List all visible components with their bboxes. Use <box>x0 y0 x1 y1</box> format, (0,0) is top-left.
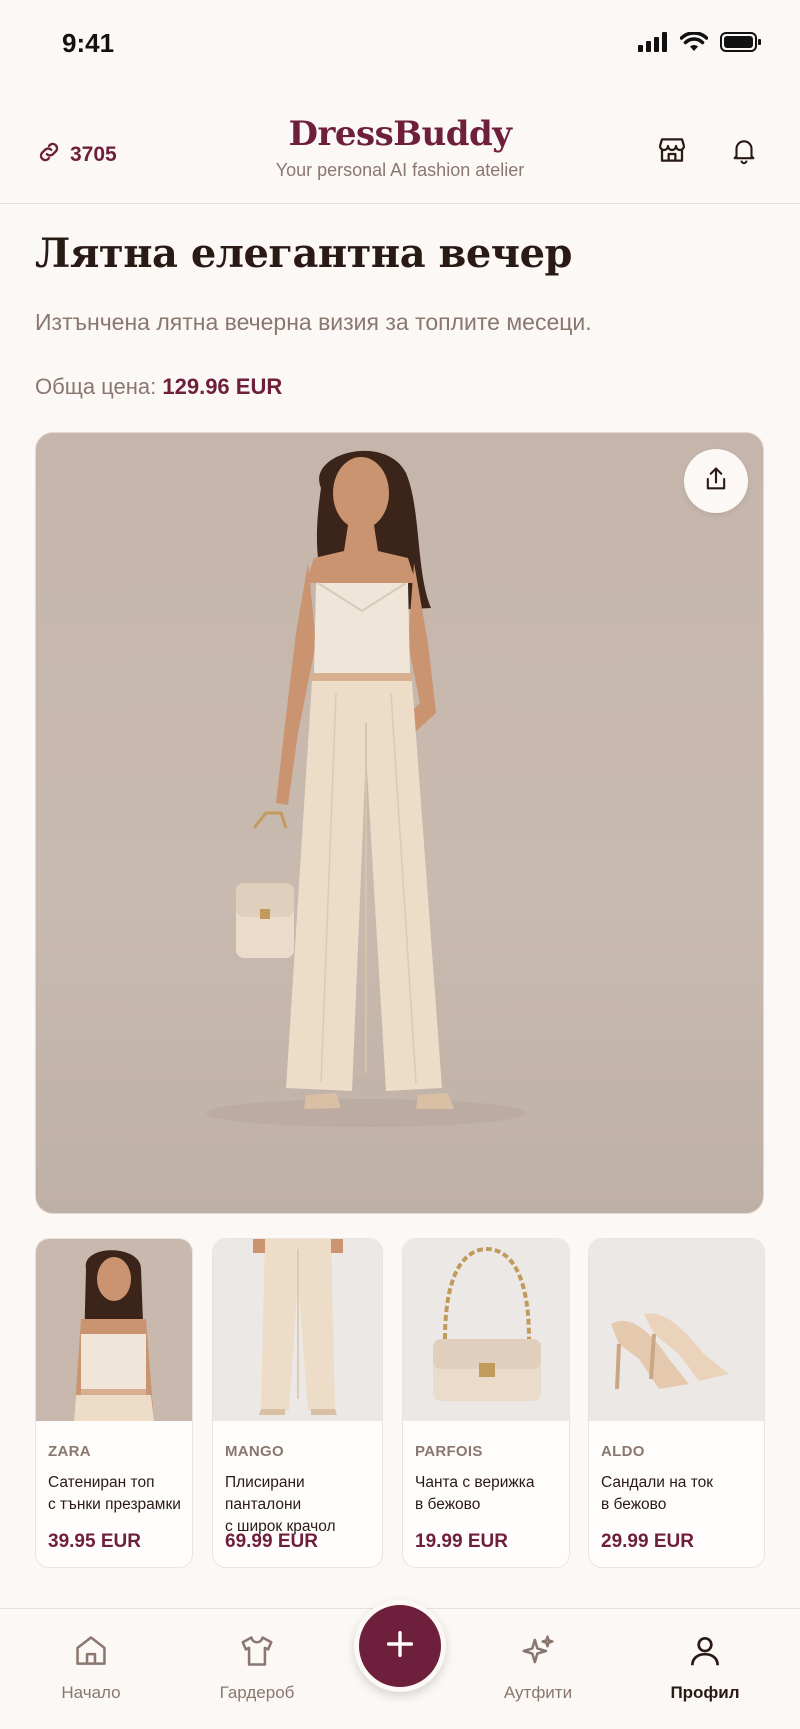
product-price: 29.99 EUR <box>601 1531 694 1552</box>
sparkles-icon <box>478 1631 598 1671</box>
product-image <box>213 1239 382 1421</box>
product-brand: MANGO <box>225 1443 284 1460</box>
product-brand: ZARA <box>48 1443 91 1460</box>
store-button[interactable] <box>654 134 690 170</box>
product-price: 69.99 EUR <box>225 1531 318 1552</box>
outfit-title: Лятна елегантна вечер <box>35 230 572 277</box>
store-icon <box>656 134 688 171</box>
bell-icon <box>729 134 759 171</box>
product-price: 19.99 EUR <box>415 1531 508 1552</box>
tab-label: Аутфити <box>503 1683 573 1702</box>
tab-profile[interactable]: Профил <box>645 1631 765 1703</box>
product-name: Чанта с верижка в бежово <box>415 1472 535 1516</box>
signal-icon <box>638 32 668 57</box>
tab-outfits[interactable]: Аутфити <box>478 1631 598 1703</box>
product-name: Сатениран топ с тънки презрамки <box>48 1472 181 1516</box>
header-actions <box>654 134 762 170</box>
notifications-button[interactable] <box>726 134 762 170</box>
share-icon <box>702 465 730 498</box>
product-name: Плисирани панталони с широк крачол <box>225 1472 382 1538</box>
product-image <box>36 1239 192 1421</box>
share-button[interactable] <box>684 449 748 513</box>
product-card[interactable]: MANGO Плисирани панталони с широк крачол… <box>212 1238 383 1568</box>
wifi-icon <box>679 31 709 57</box>
product-name-line: в бежово <box>415 1496 481 1513</box>
shirt-icon <box>197 1631 317 1671</box>
product-name-line: Плисирани панталони <box>225 1474 305 1513</box>
product-list: ZARA Сатениран топ с тънки презрамки 39.… <box>35 1238 765 1568</box>
product-name-line: Сандали на ток <box>601 1474 714 1491</box>
model-illustration <box>206 450 526 1127</box>
product-name-line: в бежово <box>601 1496 667 1513</box>
product-card[interactable]: PARFOIS Чанта с верижка в бежово 19.99 E… <box>402 1238 570 1568</box>
tab-label: Профил <box>670 1683 740 1702</box>
product-image <box>403 1239 569 1421</box>
product-image <box>589 1239 764 1421</box>
product-card[interactable]: ZARA Сатениран топ с тънки презрамки 39.… <box>35 1238 193 1568</box>
total-price-value: 129.96 EUR <box>162 374 283 399</box>
product-name-line: Сатениран топ <box>48 1474 155 1491</box>
total-price: Обща цена: 129.96 EUR <box>35 374 282 400</box>
app-header: 3705 DressBuddy Your personal AI fashion… <box>0 92 800 204</box>
total-price-label: Обща цена: <box>35 374 157 399</box>
tab-wardrobe[interactable]: Гардероб <box>197 1631 317 1703</box>
outfit-subtitle: Изтънчена лятна вечерна визия за топлите… <box>35 309 592 335</box>
add-outfit-button[interactable] <box>354 1600 446 1692</box>
outfit-hero-image <box>35 432 764 1214</box>
home-icon <box>31 1631 151 1671</box>
status-icons <box>638 31 762 57</box>
product-name: Сандали на ток в бежово <box>601 1472 713 1516</box>
product-name-line: с тънки презрамки <box>48 1496 181 1513</box>
tab-label: Начало <box>61 1683 121 1702</box>
user-icon <box>645 1631 765 1671</box>
product-card[interactable]: ALDO Сандали на ток в бежово 29.99 EUR <box>588 1238 765 1568</box>
product-brand: ALDO <box>601 1443 645 1460</box>
product-name-line: Чанта с верижка <box>415 1474 535 1491</box>
product-price: 39.95 EUR <box>48 1531 141 1552</box>
tab-home[interactable]: Начало <box>31 1631 151 1703</box>
status-bar: 9:41 <box>0 0 800 92</box>
plus-icon <box>383 1627 417 1666</box>
status-time: 9:41 <box>62 28 115 58</box>
product-brand: PARFOIS <box>415 1443 483 1460</box>
tab-label: Гардероб <box>219 1683 295 1702</box>
battery-icon <box>720 32 762 57</box>
